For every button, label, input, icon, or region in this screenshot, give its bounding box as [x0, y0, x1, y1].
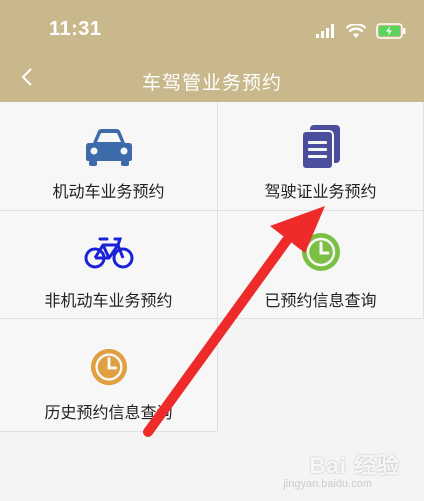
service-grid: 机动车业务预约 驾驶证业务预约 非机动车业务预约 已预约信息查询 历史预约信息查…	[0, 102, 424, 432]
bicycle-icon	[84, 237, 133, 269]
service-booked-query[interactable]: 已预约信息查询	[218, 211, 424, 319]
service-label: 非机动车业务预约	[44, 293, 173, 310]
clock-icon	[301, 233, 340, 271]
watermark-sub: jingyan.baidu.com	[283, 478, 372, 490]
document-icon	[300, 125, 340, 170]
car-icon	[85, 129, 132, 166]
battery-icon	[376, 23, 406, 39]
service-motor-vehicle[interactable]: 机动车业务预约	[0, 102, 218, 211]
service-label: 机动车业务预约	[52, 184, 165, 201]
top-header: 11:31 车驾管业务预约	[0, 0, 424, 102]
service-label: 已预约信息查询	[264, 293, 377, 310]
service-driving-license[interactable]: 驾驶证业务预约	[218, 102, 424, 211]
clock-icon	[90, 348, 127, 386]
status-time: 11:31	[49, 18, 102, 40]
service-history-query[interactable]: 历史预约信息查询	[0, 319, 218, 432]
page-title: 车驾管业务预约	[141, 73, 282, 94]
service-non-motor-vehicle[interactable]: 非机动车业务预约	[0, 211, 218, 319]
signal-icon	[316, 24, 334, 38]
wifi-icon	[346, 23, 366, 38]
service-label: 驾驶证业务预约	[264, 184, 377, 201]
service-label: 历史预约信息查询	[44, 405, 173, 422]
watermark-text: Bai 经验	[309, 453, 400, 478]
status-icons	[316, 20, 406, 42]
